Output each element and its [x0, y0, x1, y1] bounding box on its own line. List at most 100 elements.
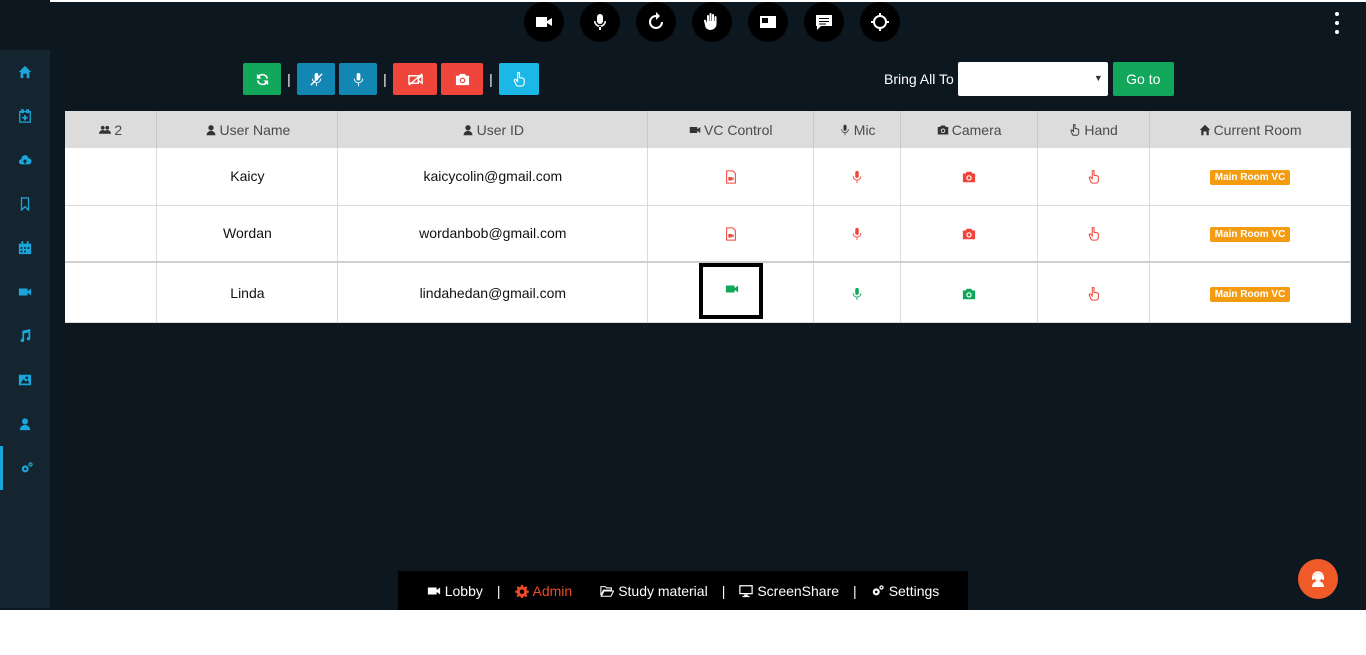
video-icon: [427, 587, 440, 594]
music-icon: [20, 329, 31, 343]
header-vc-control[interactable]: VC Control: [647, 111, 815, 148]
mic-off-button[interactable]: [850, 227, 864, 241]
unmute-all-button[interactable]: [339, 63, 377, 95]
header-count: 2: [65, 111, 158, 148]
camera-icon: [455, 73, 469, 85]
microphone-icon: [353, 72, 363, 86]
sidebar-item-images[interactable]: [0, 358, 50, 402]
vc-on-button[interactable]: [698, 263, 763, 319]
vc-off-button[interactable]: [724, 227, 738, 242]
user-name-cell: Wordan: [156, 205, 339, 263]
camera-on-button[interactable]: [962, 287, 976, 301]
sidebar-item-music[interactable]: [0, 314, 50, 358]
separator: |: [496, 582, 501, 599]
table-row: Linda lindahedan@gmail.com Main Room VC: [65, 261, 1351, 323]
user-id-cell: kaicycolin@gmail.com: [337, 148, 649, 206]
refresh-icon: [649, 12, 663, 29]
folder-open-icon: [600, 585, 615, 597]
hand-status-button[interactable]: [1087, 169, 1101, 185]
disable-all-video-button[interactable]: [393, 63, 437, 95]
vc-off-button[interactable]: [724, 170, 738, 185]
user-name-cell: Linda: [156, 261, 339, 323]
sidebar-item-users[interactable]: [0, 402, 50, 446]
camera-icon: [963, 288, 976, 299]
go-to-button[interactable]: Go to: [1112, 62, 1174, 96]
refresh-list-button[interactable]: [243, 63, 281, 95]
chat-button[interactable]: [804, 2, 844, 42]
video-icon: [18, 288, 32, 296]
disable-all-camera-button[interactable]: [441, 63, 483, 95]
header-camera[interactable]: Camera: [900, 111, 1039, 148]
user-id-cell: lindahedan@gmail.com: [337, 261, 649, 323]
header-user-name[interactable]: User Name: [156, 111, 339, 148]
app-window: | | | Bring All To ▼ Go to 2 User Name U…: [0, 0, 1366, 610]
locate-button[interactable]: [860, 2, 900, 42]
camera-toggle-button[interactable]: [524, 2, 564, 42]
microphone-slash-icon: [309, 72, 323, 86]
sidebar-item-bookmarks[interactable]: [0, 182, 50, 226]
refresh-button[interactable]: [636, 2, 676, 42]
layout-icon: [760, 16, 776, 28]
sidebar-item-add-event[interactable]: [0, 94, 50, 138]
current-room-cell: Main Room VC: [1149, 148, 1351, 206]
camera-off-button[interactable]: [962, 170, 976, 184]
sidebar-item-admin[interactable]: [0, 446, 50, 490]
nav-study-material[interactable]: Study material: [600, 583, 708, 599]
vc-control-cell: [647, 261, 815, 323]
mic-off-button[interactable]: [850, 170, 864, 184]
camera-icon: [937, 125, 948, 134]
mic-cell: [813, 261, 902, 323]
vc-control-cell: [647, 148, 815, 206]
header-current-room[interactable]: Current Room: [1149, 111, 1351, 148]
hand-status-button[interactable]: [1087, 286, 1101, 301]
admin-action-bar: | | |: [243, 63, 539, 95]
crosshair-icon: [871, 13, 889, 31]
mic-toggle-button[interactable]: [580, 2, 620, 42]
support-agent-icon: [1312, 571, 1324, 587]
sidebar-item-upload[interactable]: [0, 138, 50, 182]
calendar-icon: [18, 241, 32, 255]
more-options-button[interactable]: [1330, 12, 1344, 34]
header-hand[interactable]: Hand: [1037, 111, 1151, 148]
hand-cell: [1037, 205, 1151, 263]
refresh-icon: [256, 73, 268, 85]
nav-lobby[interactable]: Lobby: [427, 583, 483, 599]
table-row: Wordan wordanbob@gmail.com Main Room VC: [65, 205, 1351, 263]
hand-pointer-icon: [1070, 123, 1080, 136]
hand-pointer-icon: [1088, 286, 1099, 301]
vc-control-cell: [647, 205, 815, 263]
nav-admin[interactable]: Admin: [514, 583, 572, 599]
sidebar-item-home[interactable]: [0, 50, 50, 94]
sidebar-footer-strip: [0, 608, 100, 610]
nav-settings[interactable]: Settings: [871, 583, 939, 599]
sidebar-item-video[interactable]: [0, 270, 50, 314]
camera-off-button[interactable]: [962, 227, 976, 241]
separator: |: [853, 582, 857, 599]
nav-screenshare[interactable]: ScreenShare: [739, 583, 839, 599]
raise-hand-button[interactable]: [692, 2, 732, 42]
lower-all-hands-button[interactable]: [499, 63, 539, 95]
mute-all-button[interactable]: [297, 63, 335, 95]
layout-button[interactable]: [748, 2, 788, 42]
bookmark-icon: [20, 197, 30, 211]
gear-icon: [514, 584, 529, 598]
meeting-controls: [524, 2, 900, 42]
mic-cell: [813, 148, 902, 206]
raise-hand-icon: [703, 13, 717, 31]
row-select-cell: [65, 148, 158, 206]
mic-on-button[interactable]: [850, 287, 864, 301]
file-video-icon: [725, 170, 736, 185]
room-select[interactable]: ▼: [957, 62, 1108, 96]
microphone-icon: [852, 171, 862, 184]
header-user-id[interactable]: User ID: [337, 111, 649, 148]
video-slash-icon: [407, 72, 423, 86]
camera-cell: [900, 148, 1039, 206]
support-chat-button[interactable]: [1298, 559, 1338, 599]
separator: |: [383, 71, 387, 87]
sidebar-item-calendar[interactable]: [0, 226, 50, 270]
header-mic[interactable]: Mic: [813, 111, 902, 148]
user-id-cell: wordanbob@gmail.com: [337, 205, 649, 263]
hand-status-button[interactable]: [1087, 226, 1101, 242]
gears-icon: [21, 462, 33, 473]
calendar-plus-icon: [19, 109, 31, 123]
